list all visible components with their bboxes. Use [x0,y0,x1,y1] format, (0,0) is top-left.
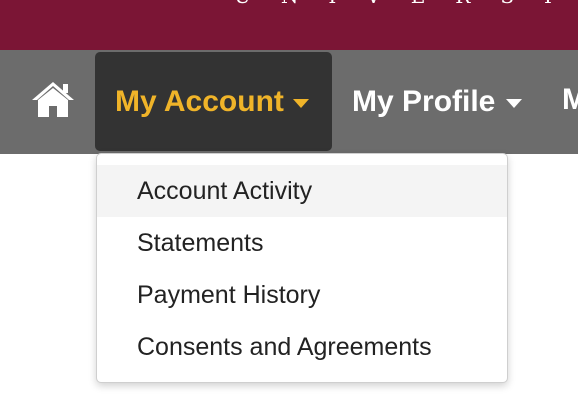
caret-down-icon [506,99,522,108]
nav-item-truncated-label: M [562,85,578,116]
menu-item-statements[interactable]: Statements [97,217,507,269]
menu-item-label: Statements [137,229,264,257]
page: UNIVERSITY My Account My Profile M Accou… [0,0,578,412]
university-banner: UNIVERSITY [0,0,578,50]
caret-down-icon [293,99,309,108]
menu-item-label: Account Activity [137,177,313,205]
home-icon [32,82,74,117]
nav-my-account-label: My Account [115,85,284,118]
menu-item-payment-history[interactable]: Payment History [97,269,507,321]
nav-my-account[interactable]: My Account [95,52,332,151]
banner-wordmark: UNIVERSITY [234,0,578,8]
home-button[interactable] [30,79,76,119]
menu-item-label: Consents and Agreements [137,333,432,361]
nav-my-profile-label: My Profile [352,85,496,118]
menu-item-label: Payment History [137,281,321,309]
menu-item-account-activity[interactable]: Account Activity [97,165,507,217]
nav-item-truncated[interactable]: M [562,85,578,125]
menu-item-consents-and-agreements[interactable]: Consents and Agreements [97,321,507,373]
main-navbar: My Account My Profile M [0,50,578,154]
nav-my-profile[interactable]: My Profile [350,52,540,151]
my-account-dropdown-menu: Account Activity Statements Payment Hist… [96,153,508,383]
